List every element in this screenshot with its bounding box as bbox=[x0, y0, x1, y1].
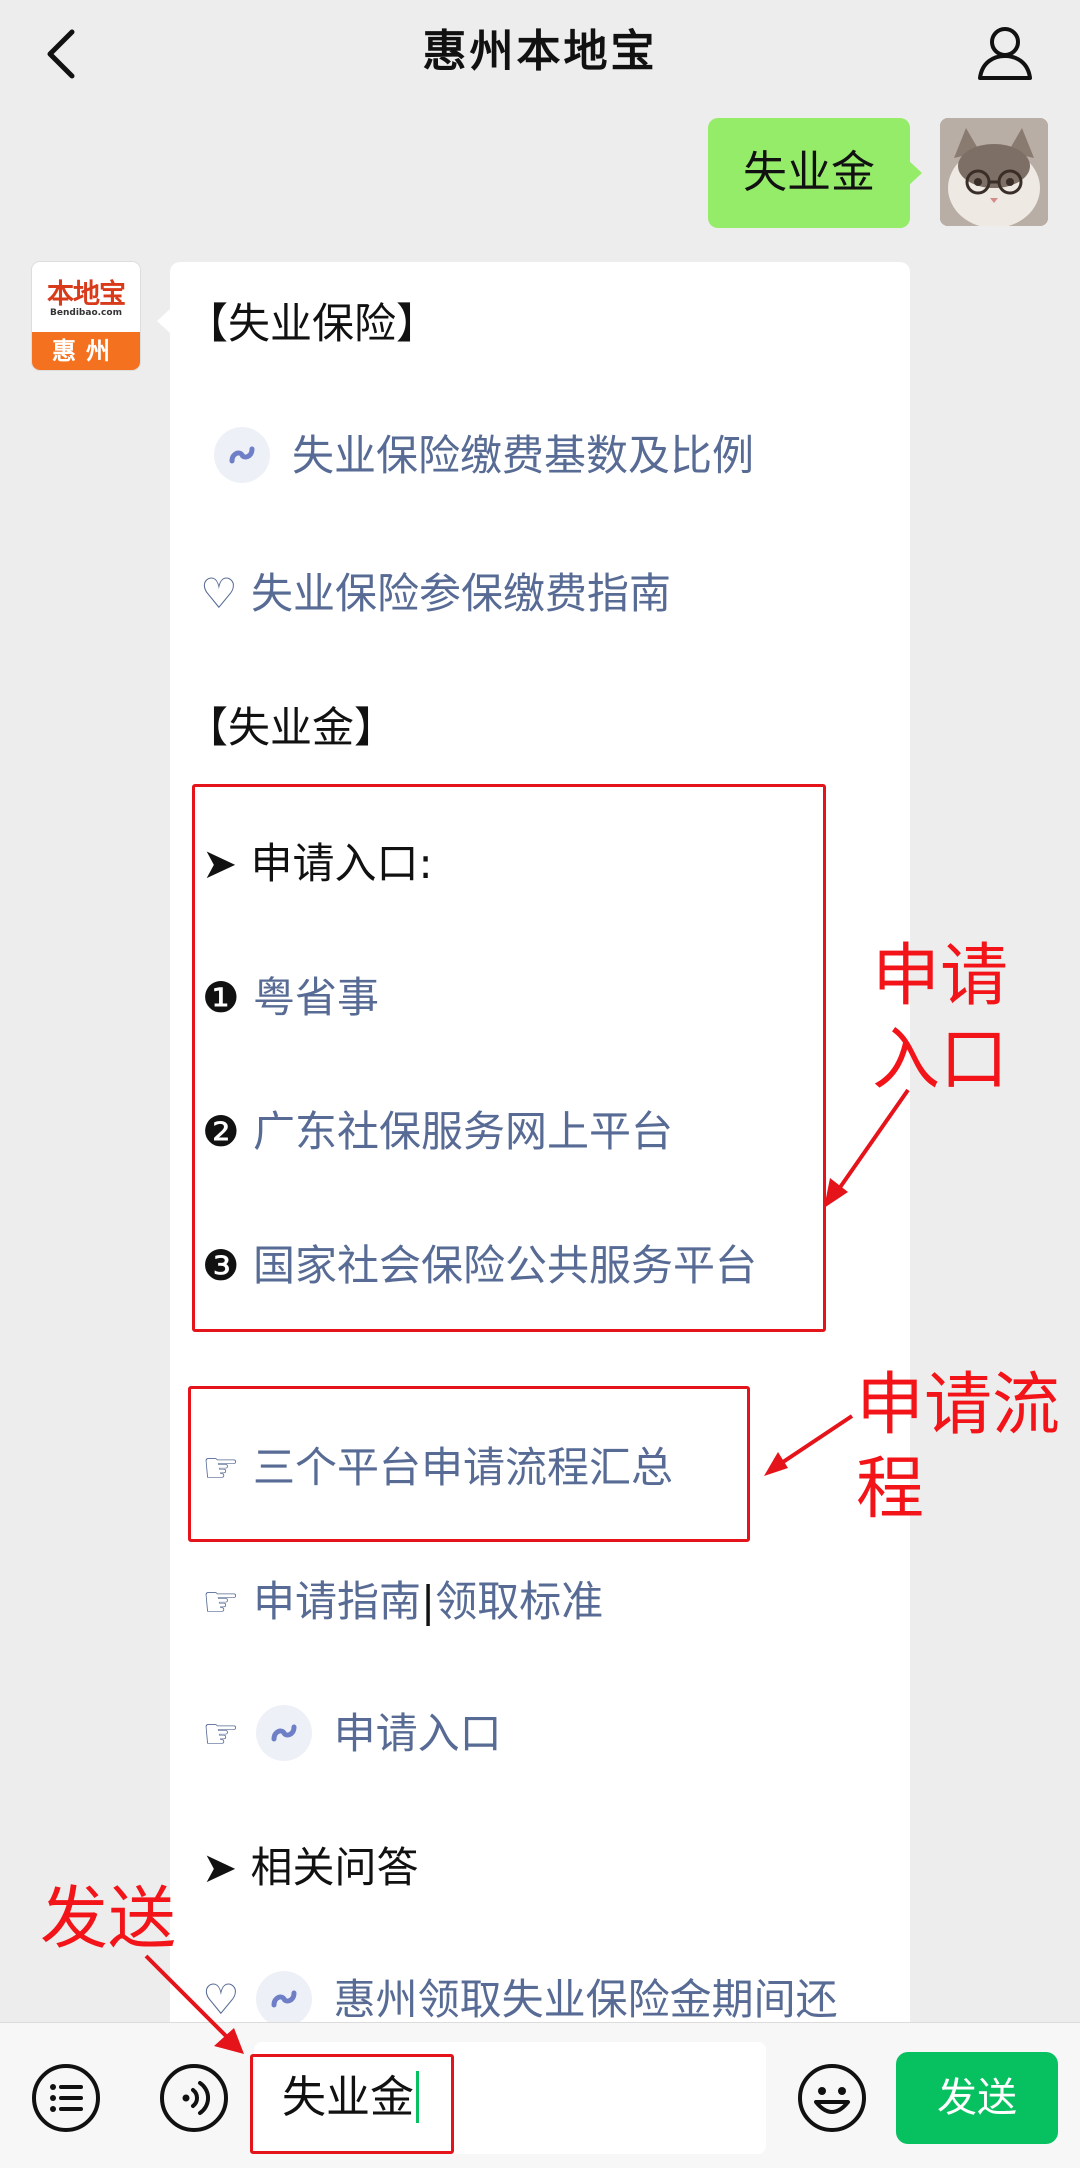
number-marker-3: ❸ bbox=[202, 1241, 240, 1290]
annotation-arrow-process bbox=[764, 1414, 854, 1476]
link-apply-entry-label: 申请入口 bbox=[333, 1709, 502, 1758]
hand-pointer-icon: ☞ bbox=[202, 1709, 240, 1758]
link-qa-item[interactable]: ♡ 惠州领取失业保险金期间还 bbox=[202, 1966, 838, 2031]
hand-pointer-icon: ☞ bbox=[202, 1577, 240, 1626]
outgoing-bubble-tail bbox=[908, 160, 922, 186]
incoming-bubble-tail bbox=[157, 308, 171, 334]
entry-item-yueshengshi[interactable]: ❶ 粤省事 bbox=[202, 964, 379, 1025]
annotation-arrow-entry bbox=[824, 1088, 910, 1208]
annotation-arrow-send bbox=[144, 1954, 244, 2054]
link-apply-guide[interactable]: 申请指南 bbox=[253, 1577, 421, 1626]
outgoing-message-bubble[interactable]: 失业金 bbox=[708, 118, 910, 228]
avatar-logo-url: Bendibao.com bbox=[50, 308, 122, 318]
number-marker-2: ❷ bbox=[202, 1107, 240, 1156]
guide-row: ☞ 申请指南|领取标准 bbox=[202, 1568, 603, 1629]
link-insurance-base[interactable]: 失业保险缴费基数及比例 bbox=[214, 422, 754, 487]
number-marker-1: ❶ bbox=[202, 973, 240, 1022]
chat-title: 惠州本地宝 bbox=[422, 26, 658, 77]
input-highlight-box bbox=[250, 2054, 454, 2154]
link-standard[interactable]: 领取标准 bbox=[435, 1577, 603, 1626]
avatar-logo-text: 本地宝 bbox=[47, 279, 126, 310]
annotation-process: 申请流程 bbox=[856, 1366, 1061, 1529]
send-button[interactable]: 发送 bbox=[896, 2052, 1058, 2144]
separator: | bbox=[421, 1577, 436, 1626]
menu-list-icon[interactable] bbox=[30, 2062, 102, 2134]
avatar-city-label: 惠州 bbox=[32, 332, 140, 370]
entry-item-label: 国家社会保险公共服务平台 bbox=[253, 1241, 758, 1290]
mini-program-icon bbox=[255, 1704, 312, 1761]
entry-item-label: 广东社保服务网上平台 bbox=[253, 1107, 674, 1156]
person-icon[interactable] bbox=[972, 20, 1038, 86]
voice-input-icon[interactable] bbox=[158, 2062, 230, 2134]
mini-program-icon bbox=[255, 1970, 312, 2027]
link-qa-label: 惠州领取失业保险金期间还 bbox=[333, 1975, 838, 2024]
bendibao-avatar[interactable]: 本地宝 Bendibao.com 惠州 bbox=[32, 262, 140, 370]
annotation-entry: 申请入口 bbox=[872, 937, 1009, 1100]
entry-item-national-platform[interactable]: ❸ 国家社会保险公共服务平台 bbox=[202, 1232, 757, 1293]
link-apply-entry[interactable]: ☞ 申请入口 bbox=[202, 1700, 502, 1765]
section-heading-benefit: 【失业金】 bbox=[186, 703, 397, 752]
section-heading-insurance: 【失业保险】 bbox=[186, 299, 439, 348]
emoji-icon[interactable] bbox=[796, 2062, 868, 2134]
mini-program-icon bbox=[214, 426, 270, 483]
entry-item-label: 粤省事 bbox=[253, 973, 380, 1022]
link-process-summary[interactable]: ☞ 三个平台申请流程汇总 bbox=[202, 1434, 673, 1495]
link-insurance-guide[interactable]: ♡ 失业保险参保缴费指南 bbox=[200, 560, 671, 621]
link-insurance-base-label: 失业保险缴费基数及比例 bbox=[292, 431, 755, 480]
entry-heading: ➤ 申请入口: bbox=[202, 839, 433, 888]
entry-item-guangdong-platform[interactable]: ❷ 广东社保服务网上平台 bbox=[202, 1098, 673, 1159]
user-avatar[interactable] bbox=[940, 118, 1048, 226]
